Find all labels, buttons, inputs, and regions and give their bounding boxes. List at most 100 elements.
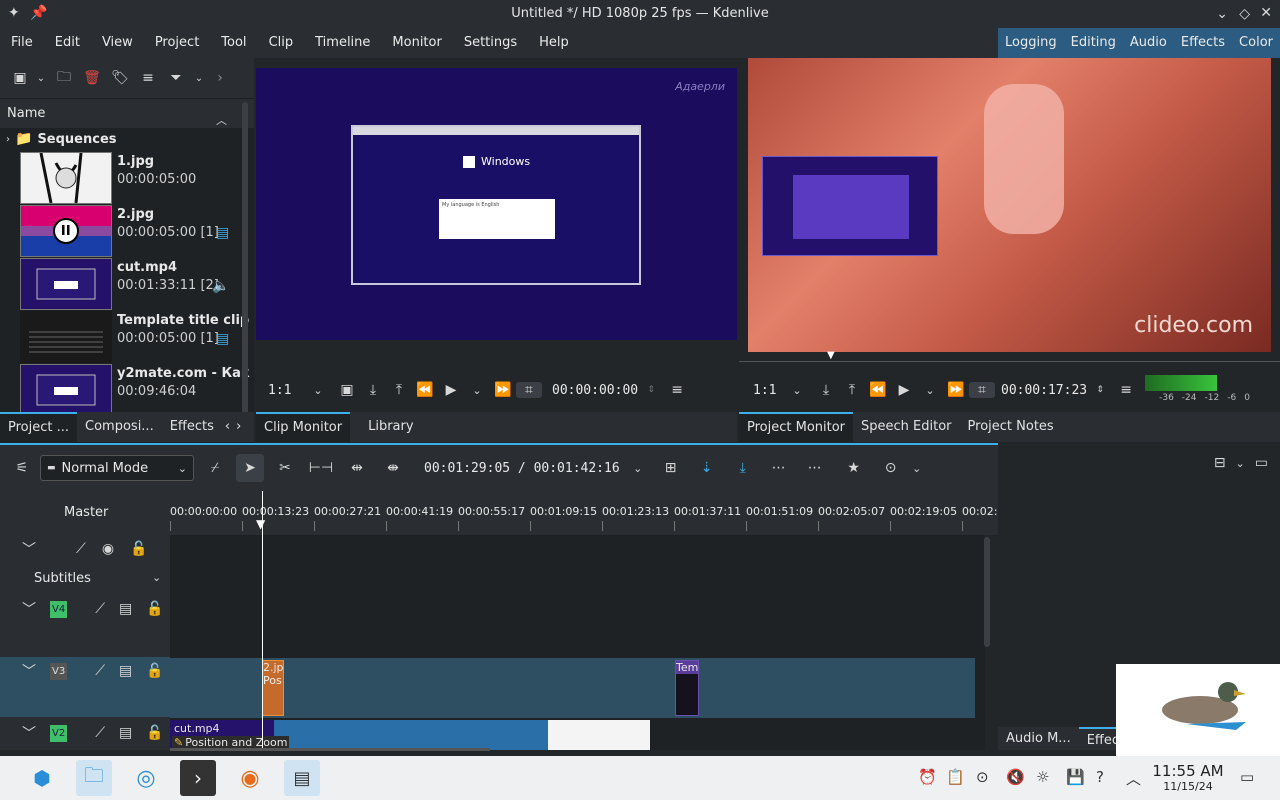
eye-icon[interactable]: ◉ [102, 541, 114, 557]
playback-icon[interactable]: ⊙ [878, 460, 904, 476]
menu-icon[interactable]: ≡ [664, 382, 690, 398]
menu-project[interactable]: Project [144, 28, 210, 58]
rewind-icon[interactable]: ⏪ [865, 382, 891, 398]
chevron-left-icon[interactable]: ‹ [222, 412, 233, 442]
layout-logging[interactable]: Logging [998, 28, 1064, 58]
menu-edit[interactable]: Edit [44, 28, 91, 58]
mixer-icon[interactable]: ⊟ [1214, 455, 1226, 471]
bin-clip[interactable]: y2mate.com - Как 00:09:46:04 [20, 364, 250, 416]
set-out-icon[interactable]: ⤒ [839, 382, 865, 398]
chevron-right-icon[interactable]: › [210, 70, 230, 86]
lock-icon[interactable]: 🔓 [146, 663, 163, 679]
timeline-vscrollbar[interactable] [984, 537, 990, 647]
chevron-down-icon[interactable]: ⌄ [152, 571, 161, 584]
clip-monitor-screen[interactable]: Адаерли Windows My language is English [256, 68, 737, 340]
slip-tool-icon[interactable]: ⇼ [378, 460, 408, 476]
film-icon[interactable]: ▤ [119, 725, 132, 741]
tab-project-bin[interactable]: Project ... [0, 412, 78, 442]
chevron-down-icon[interactable]: ⌄ [308, 384, 328, 397]
layout-audio[interactable]: Audio [1123, 28, 1174, 58]
tag-icon[interactable]: 🏷 [108, 70, 132, 86]
menu-clip[interactable]: Clip [258, 28, 305, 58]
clip-cut-mp4[interactable]: cut.mp4 ✎ Position and Zoom [170, 720, 650, 750]
layout-effects[interactable]: Effects [1174, 28, 1232, 58]
chevron-down-icon[interactable]: ⌄ [1236, 457, 1245, 470]
track-v3[interactable]: 2.jp Pos Tem [170, 658, 975, 718]
bin-clip[interactable]: cut.mp4 00:01:33:11 [2] 🔈 [20, 258, 234, 310]
effects-wand-icon[interactable]: ⟋ [95, 663, 105, 679]
bin-scrollbar[interactable] [242, 102, 248, 422]
set-in-icon[interactable]: ⤓ [360, 382, 386, 398]
lift-icon[interactable]: ⋯ [800, 460, 830, 476]
favorite-icon[interactable]: ★ [836, 460, 872, 476]
tab-audio-mixer[interactable]: Audio M... [998, 727, 1079, 750]
notifications-icon[interactable]: ⏰ [918, 768, 937, 786]
menu-view[interactable]: View [91, 28, 144, 58]
maximize-icon[interactable]: ◇ [1239, 6, 1250, 22]
film-icon[interactable]: ▤ [119, 601, 132, 617]
menu-monitor[interactable]: Monitor [381, 28, 452, 58]
timeline-hscrollbar[interactable] [170, 748, 490, 751]
play-icon[interactable]: ▶ [891, 382, 917, 398]
clip-2jpg[interactable]: 2.jp Pos [262, 660, 284, 716]
collapse-icon[interactable]: ﹀ [22, 723, 36, 743]
chevron-down-icon[interactable]: ⌄ [34, 73, 48, 84]
rewind-icon[interactable]: ⏪ [412, 382, 438, 398]
effects-wand-icon[interactable]: ⟋ [76, 541, 86, 557]
save-icon[interactable]: 💾 [1066, 768, 1085, 786]
cut-tool-icon[interactable]: ✂ [270, 460, 300, 476]
set-out-icon[interactable]: ⤒ [386, 382, 412, 398]
chevron-down-icon[interactable]: ⌄ [192, 73, 206, 84]
chevron-right-icon[interactable]: › [233, 412, 244, 442]
help-icon[interactable]: ? [1096, 768, 1104, 786]
forward-icon[interactable]: ⏩ [943, 382, 969, 398]
collapse-icon[interactable]: ﹀ [22, 539, 36, 559]
bin-clip[interactable]: 1.jpg 00:00:05:00 [20, 152, 234, 204]
collapse-icon[interactable]: ﹀ [22, 661, 36, 681]
zoom-select[interactable]: 1:1 [268, 383, 308, 398]
tab-effects[interactable]: Effects [162, 412, 222, 442]
crop-icon[interactable]: ⌗ [516, 382, 542, 398]
menu-tool[interactable]: Tool [210, 28, 257, 58]
effects-wand-icon[interactable]: ⟋ [95, 725, 105, 741]
clip-timecode[interactable]: 00:00:00:00 [552, 383, 638, 398]
brightness-icon[interactable]: ☼ [1036, 768, 1049, 786]
terminal-icon[interactable]: › [180, 760, 216, 796]
select-tool-icon[interactable]: ➤ [236, 454, 264, 482]
delete-icon[interactable]: 🗑 [80, 70, 104, 86]
project-timecode[interactable]: 00:00:17:23 [1001, 383, 1087, 398]
tab-compositions[interactable]: Composi... [77, 412, 162, 442]
folder-icon[interactable]: 🗀 [52, 66, 76, 90]
extract-icon[interactable]: ⋯ [764, 460, 794, 476]
expand-icon[interactable]: › [6, 134, 10, 145]
lock-icon[interactable]: 🔓 [146, 601, 163, 617]
minimize-icon[interactable]: ⌄ [1216, 6, 1228, 22]
multitrack-icon[interactable]: ⊞ [656, 460, 686, 476]
spin-icon[interactable]: ⇕ [1087, 385, 1113, 395]
menu-icon[interactable]: ≡ [136, 70, 160, 86]
crop-icon[interactable]: ⌗ [969, 382, 995, 398]
clip-title[interactable]: Tem [675, 660, 699, 716]
folder-sequences[interactable]: › 📁 Sequences [6, 130, 117, 148]
menu-timeline[interactable]: Timeline [304, 28, 381, 58]
chevron-down-icon[interactable]: ⌄ [787, 384, 807, 397]
layout-editing[interactable]: Editing [1064, 28, 1123, 58]
tab-project-notes[interactable]: Project Notes [960, 412, 1062, 442]
razor-off-icon[interactable]: ⌿ [200, 460, 230, 476]
chevron-down-icon[interactable]: ⌄ [626, 462, 650, 475]
menu-icon[interactable]: ≡ [1113, 382, 1139, 398]
timeline-ruler[interactable]: 00:00:00:00 00:00:13:23 00:00:27:21 00:00:4… [170, 491, 1004, 535]
add-clip-icon[interactable]: ▣ [10, 70, 30, 86]
browser-icon[interactable]: ◎ [128, 760, 164, 796]
filter-icon[interactable]: ⏷ [164, 70, 188, 86]
media-icon[interactable]: ⊙ [976, 768, 989, 786]
zoom-select[interactable]: 1:1 [753, 383, 787, 398]
show-desktop-icon[interactable]: ▭ [1240, 768, 1254, 786]
timeline-tracks[interactable]: 2.jp Pos Tem cut.mp4 ✎ Position and Zoom [170, 491, 990, 751]
tab-project-monitor[interactable]: Project Monitor [739, 412, 854, 442]
close-icon[interactable]: ✕ [1260, 5, 1272, 21]
film-icon[interactable]: ▤ [119, 663, 132, 679]
tab-speech-editor[interactable]: Speech Editor [853, 412, 960, 442]
clipboard-icon[interactable]: 📋 [946, 768, 965, 786]
menu-help[interactable]: Help [528, 28, 580, 58]
